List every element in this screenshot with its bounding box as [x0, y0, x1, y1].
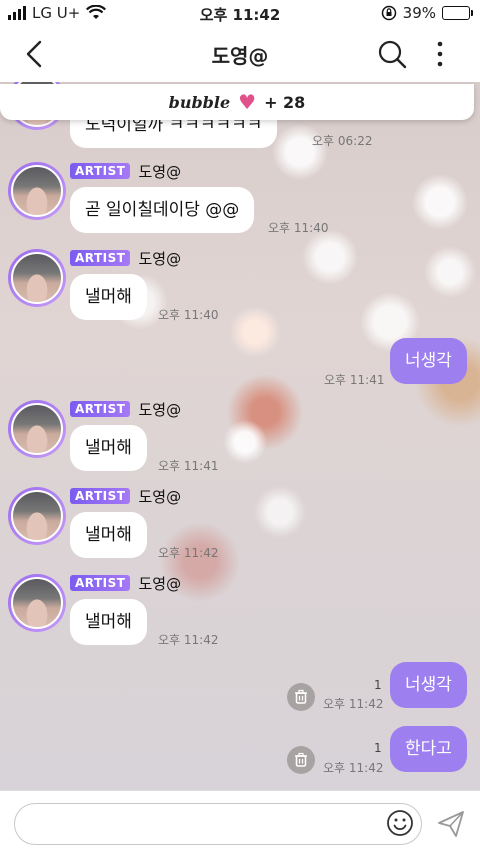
sender-name: 도영@: [138, 162, 182, 181]
sender-row: ARTIST 도영@: [70, 400, 182, 419]
avatar[interactable]: [8, 162, 66, 220]
artist-badge: ARTIST: [70, 250, 131, 266]
message-time: 오후 11:42: [158, 633, 219, 647]
sender-row: ARTIST 도영@: [70, 574, 182, 593]
avatar-photo: [11, 252, 63, 304]
send-icon[interactable]: [436, 809, 466, 839]
bubble-count-banner[interactable]: bubble ♥ + 28: [0, 84, 474, 120]
sender-row: ARTIST 도영@: [70, 249, 182, 268]
message-time: 오후 11:42: [323, 761, 384, 775]
avatar-photo: [11, 490, 63, 542]
artist-badge: ARTIST: [70, 488, 131, 504]
rotation-lock-icon: [381, 5, 396, 21]
unread-count: 1: [374, 741, 382, 755]
avatar[interactable]: [8, 249, 66, 307]
artist-badge: ARTIST: [70, 401, 131, 417]
emoji-icon[interactable]: [386, 809, 414, 837]
message-time: 오후 11:42: [323, 697, 384, 711]
battery-percent: 39%: [402, 4, 436, 22]
chat-title: 도영@: [211, 44, 269, 68]
battery-icon: [442, 6, 473, 20]
avatar-photo: [11, 165, 63, 217]
bubble-brand: bubble: [168, 92, 231, 112]
message-time: 오후 06:22: [312, 134, 373, 148]
my-message-bubble: 너생각: [390, 662, 467, 708]
status-bar: LG U+ 오후 11:42 39%: [0, 0, 480, 28]
sender-row: ARTIST 도영@: [70, 487, 182, 506]
sender-name: 도영@: [138, 574, 182, 593]
message-bubble: 곧 일이칠데이당 @@: [70, 187, 255, 233]
artist-badge: ARTIST: [70, 163, 131, 179]
message-time: 오후 11:41: [158, 459, 219, 473]
sender-name: 도영@: [138, 400, 182, 419]
unread-count: 1: [374, 678, 382, 692]
message-bubble: 낼머해: [70, 274, 147, 320]
bubble-count: + 28: [264, 92, 306, 112]
message-time: 오후 11:40: [268, 221, 329, 235]
message-bubble: 낼머해: [70, 512, 147, 558]
message-input[interactable]: [14, 803, 422, 845]
message-bubble: 낼머해: [70, 599, 147, 645]
trash-icon: [295, 689, 307, 704]
avatar-photo: [11, 403, 63, 455]
trash-icon: [295, 752, 307, 767]
avatar[interactable]: [8, 487, 66, 545]
avatar[interactable]: [8, 574, 66, 632]
avatar[interactable]: [8, 400, 66, 458]
more-icon[interactable]: [428, 38, 452, 70]
delete-button[interactable]: [287, 683, 315, 711]
search-icon[interactable]: [376, 38, 408, 70]
sender-row: ARTIST 도영@: [70, 162, 182, 181]
delete-button[interactable]: [287, 746, 315, 774]
my-message-bubble: 한다고: [390, 726, 467, 772]
my-message-bubble: 너생각: [390, 338, 467, 384]
message-bubble: 낼머해: [70, 425, 147, 471]
input-bar: [0, 790, 480, 854]
chat-area[interactable]: 도덕이얼까 ㅋㅋㅋㅋㅋㅋ 오후 06:22 ARTIST 도영@ 곧 일이칠데이…: [0, 82, 480, 790]
chat-header: 도영@: [0, 28, 480, 82]
avatar-photo: [11, 577, 63, 629]
sender-name: 도영@: [138, 487, 182, 506]
sender-name: 도영@: [138, 249, 182, 268]
message-time: 오후 11:41: [324, 373, 385, 387]
artist-badge: ARTIST: [70, 575, 131, 591]
message-time: 오후 11:42: [158, 546, 219, 560]
message-time: 오후 11:40: [158, 308, 219, 322]
heart-icon: ♥: [238, 90, 257, 114]
status-right: 39%: [381, 4, 473, 22]
